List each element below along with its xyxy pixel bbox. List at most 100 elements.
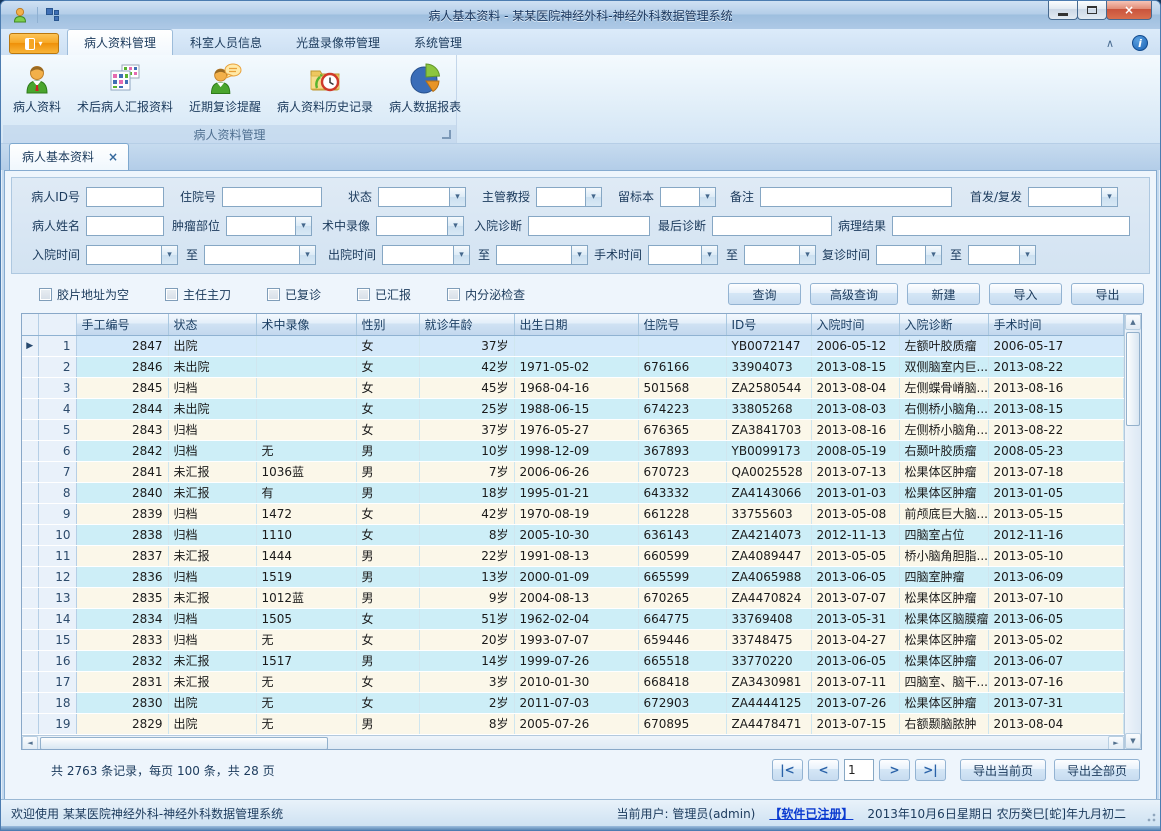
surgery-date-to-combo[interactable]: ▾: [744, 245, 816, 265]
info-icon[interactable]: i: [1132, 35, 1148, 51]
postop-report-button[interactable]: 术后病人汇报资料: [69, 58, 181, 118]
patient-id-input[interactable]: [86, 187, 164, 207]
header-admission-date[interactable]: 入院时间: [811, 314, 899, 335]
table-row[interactable]: 18 2830 出院 无 女 2岁 2011-07-03 672903 ZA44…: [22, 692, 1124, 713]
chevron-up-icon[interactable]: ∧: [1106, 37, 1114, 50]
tumor-site-combo[interactable]: ▾: [226, 216, 312, 236]
patient-name-input[interactable]: [86, 216, 164, 236]
last-page-button[interactable]: >|: [915, 759, 946, 781]
dropdown-icon[interactable]: ▾: [299, 245, 316, 265]
vscroll-thumb[interactable]: [1126, 332, 1140, 426]
admission-date-from-combo[interactable]: ▾: [86, 245, 178, 265]
dropdown-icon[interactable]: ▾: [295, 216, 312, 236]
quick-access-icon[interactable]: [46, 8, 60, 22]
registered-link[interactable]: 【软件已注册】: [769, 805, 853, 822]
export-current-page-button[interactable]: 导出当前页: [960, 759, 1046, 781]
prev-page-button[interactable]: <: [808, 759, 839, 781]
admission-date-to-combo[interactable]: ▾: [204, 245, 316, 265]
table-row[interactable]: 4 2844 未出院 女 25岁 1988-06-15 674223 33805…: [22, 398, 1124, 419]
tab-patient-management[interactable]: 病人资料管理: [67, 29, 173, 55]
minimize-button[interactable]: [1048, 1, 1078, 20]
table-row[interactable]: 9 2839 归档 1472 女 42岁 1970-08-19 661228 3…: [22, 503, 1124, 524]
table-row[interactable]: ▶ 1 2847 出院 女 37岁 YB0072147 2006-05-1: [22, 335, 1124, 356]
table-row[interactable]: 16 2832 未汇报 1517 男 14岁 1999-07-26 665518…: [22, 650, 1124, 671]
table-row[interactable]: 15 2833 归档 无 女 20岁 1993-07-07 659446 337…: [22, 629, 1124, 650]
tab-close-icon[interactable]: ×: [108, 152, 118, 162]
header-admission-number[interactable]: 住院号: [638, 314, 726, 335]
followup-reminder-button[interactable]: 近期复诊提醒: [181, 58, 269, 118]
followed-up-checkbox[interactable]: 已复诊: [267, 286, 321, 303]
history-record-button[interactable]: 病人资料历史记录: [269, 58, 381, 118]
scroll-down-icon[interactable]: ▼: [1125, 733, 1141, 749]
discharge-date-to-combo[interactable]: ▾: [496, 245, 588, 265]
header-status[interactable]: 状态: [168, 314, 256, 335]
header-surgery-video[interactable]: 术中录像: [256, 314, 356, 335]
dropdown-icon[interactable]: ▾: [925, 245, 942, 265]
dropdown-icon[interactable]: ▾: [1101, 187, 1118, 207]
table-row[interactable]: 8 2840 未汇报 有 男 18岁 1995-01-21 643332 ZA4…: [22, 482, 1124, 503]
table-row[interactable]: 3 2845 归档 女 45岁 1968-04-16 501568 ZA2580…: [22, 377, 1124, 398]
reported-checkbox[interactable]: 已汇报: [357, 286, 411, 303]
admission-number-input[interactable]: [222, 187, 322, 207]
advanced-query-button[interactable]: 高级查询: [810, 283, 898, 305]
dropdown-icon[interactable]: ▾: [449, 187, 466, 207]
surgery-date-from-combo[interactable]: ▾: [648, 245, 718, 265]
data-report-button[interactable]: 病人数据报表: [381, 58, 469, 118]
dropdown-icon[interactable]: ▾: [161, 245, 178, 265]
remarks-input[interactable]: [760, 187, 952, 207]
dialog-launcher-icon[interactable]: [442, 130, 451, 139]
followup-date-to-combo[interactable]: ▾: [968, 245, 1036, 265]
table-row[interactable]: 14 2834 归档 1505 女 51岁 1962-02-04 664775 …: [22, 608, 1124, 629]
table-row[interactable]: 2 2846 未出院 女 42岁 1971-05-02 676166 33904…: [22, 356, 1124, 377]
dropdown-icon[interactable]: ▾: [701, 245, 718, 265]
resize-grip[interactable]: [1146, 812, 1156, 822]
header-id-number[interactable]: ID号: [726, 314, 811, 335]
app-menu-button[interactable]: ▾: [9, 33, 59, 54]
dropdown-icon[interactable]: ▾: [453, 245, 470, 265]
table-row[interactable]: 19 2829 出院 无 男 8岁 2005-07-26 670895 ZA44…: [22, 713, 1124, 734]
patient-info-button[interactable]: 病人资料: [5, 58, 69, 118]
tab-department-staff[interactable]: 科室人员信息: [173, 29, 279, 55]
new-button[interactable]: 新建: [907, 283, 980, 305]
table-row[interactable]: 12 2836 归档 1519 男 13岁 2000-01-09 665599 …: [22, 566, 1124, 587]
specimen-combo[interactable]: ▾: [660, 187, 716, 207]
professor-combo[interactable]: ▾: [536, 187, 602, 207]
dropdown-icon[interactable]: ▾: [1019, 245, 1036, 265]
dropdown-icon[interactable]: ▾: [699, 187, 716, 207]
import-button[interactable]: 导入: [989, 283, 1062, 305]
tab-disc-tape-management[interactable]: 光盘录像带管理: [279, 29, 397, 55]
header-manual-number[interactable]: 手工编号: [76, 314, 168, 335]
close-button[interactable]: ×: [1106, 1, 1152, 20]
pathology-result-input[interactable]: [892, 216, 1130, 236]
chief-surgeon-checkbox[interactable]: 主任主刀: [165, 286, 231, 303]
table-row[interactable]: 5 2843 归档 女 37岁 1976-05-27 676365 ZA3841…: [22, 419, 1124, 440]
table-row[interactable]: 6 2842 归档 无 男 10岁 1998-12-09 367893 YB00…: [22, 440, 1124, 461]
export-all-pages-button[interactable]: 导出全部页: [1054, 759, 1140, 781]
header-surgery-date[interactable]: 手术时间: [988, 314, 1124, 335]
header-birthdate[interactable]: 出生日期: [514, 314, 638, 335]
page-number-input[interactable]: [844, 759, 874, 781]
dropdown-icon[interactable]: ▾: [585, 187, 602, 207]
maximize-button[interactable]: [1077, 1, 1107, 20]
header-age[interactable]: 就诊年龄: [419, 314, 514, 335]
table-row[interactable]: 10 2838 归档 1110 女 8岁 2005-10-30 636143 Z…: [22, 524, 1124, 545]
discharge-date-from-combo[interactable]: ▾: [382, 245, 470, 265]
final-diagnosis-input[interactable]: [712, 216, 832, 236]
table-row[interactable]: 7 2841 未汇报 1036蓝 男 7岁 2006-06-26 670723 …: [22, 461, 1124, 482]
followup-date-from-combo[interactable]: ▾: [876, 245, 942, 265]
status-combo[interactable]: ▾: [378, 187, 466, 207]
hscroll-thumb[interactable]: [40, 737, 328, 750]
scroll-right-icon[interactable]: ►: [1108, 736, 1124, 750]
table-row[interactable]: 13 2835 未汇报 1012蓝 男 9岁 2004-08-13 670265…: [22, 587, 1124, 608]
table-row[interactable]: 11 2837 未汇报 1444 男 22岁 1991-08-13 660599…: [22, 545, 1124, 566]
dropdown-icon[interactable]: ▾: [799, 245, 816, 265]
tab-system-management[interactable]: 系统管理: [397, 29, 479, 55]
horizontal-scrollbar[interactable]: ◄ ►: [22, 735, 1124, 750]
first-page-button[interactable]: |<: [772, 759, 803, 781]
header-admission-diagnosis[interactable]: 入院诊断: [899, 314, 988, 335]
dropdown-icon[interactable]: ▾: [571, 245, 588, 265]
surgery-video-combo[interactable]: ▾: [376, 216, 464, 236]
admission-diagnosis-input[interactable]: [528, 216, 650, 236]
first-recurrence-combo[interactable]: ▾: [1028, 187, 1118, 207]
header-gender[interactable]: 性别: [356, 314, 419, 335]
